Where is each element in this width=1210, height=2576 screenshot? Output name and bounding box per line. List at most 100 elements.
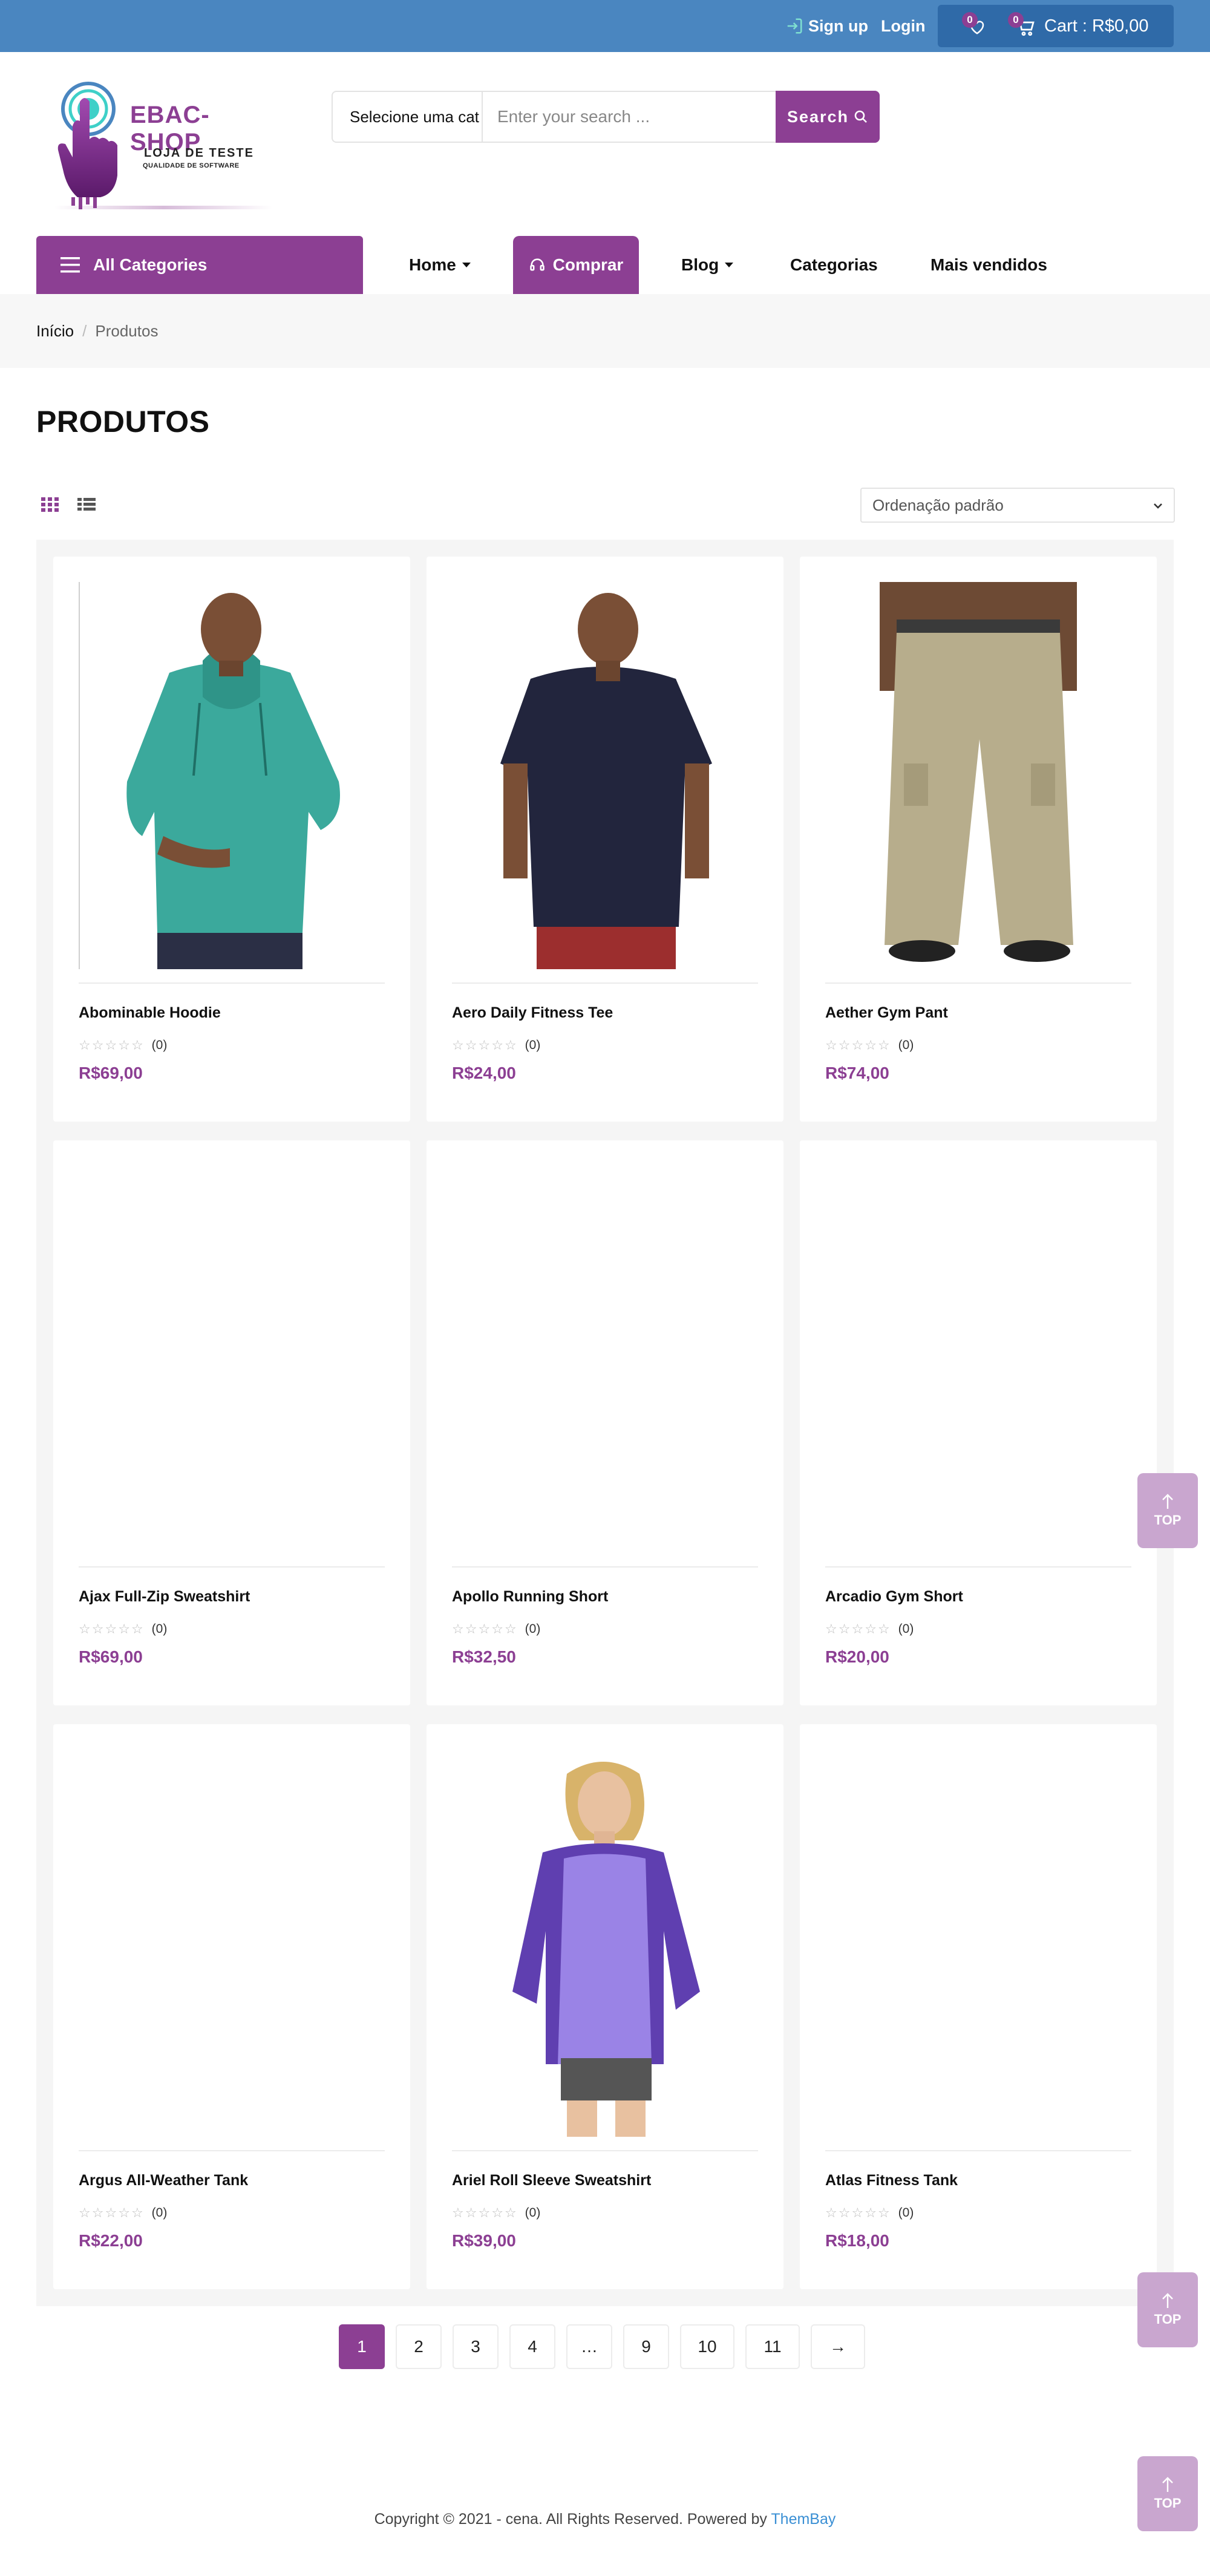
product-rating: ☆ ☆ ☆ ☆ ☆ (0) xyxy=(452,1037,540,1054)
card-divider xyxy=(825,982,1131,984)
product-card[interactable]: Ajax Full-Zip Sweatshirt ☆ ☆ ☆ ☆ ☆ (0) R$69,… xyxy=(53,1140,410,1705)
site-logo[interactable]: EBAC-SHOP LOJA DE TESTE QUALIDADE DE SOF… xyxy=(42,79,278,218)
caret-down-icon xyxy=(462,263,471,267)
product-name[interactable]: Atlas Fitness Tank xyxy=(825,2172,958,2189)
product-rating: ☆ ☆ ☆ ☆ ☆ (0) xyxy=(79,2205,167,2221)
product-name[interactable]: Abominable Hoodie xyxy=(79,1004,221,1022)
sort-select[interactable]: Ordenação padrão xyxy=(860,488,1175,523)
page-4-button[interactable]: 4 xyxy=(509,2324,555,2369)
product-card[interactable]: Abominable Hoodie ☆ ☆ ☆ ☆ ☆ (0) R$69,00 xyxy=(53,557,410,1122)
card-divider xyxy=(452,1566,758,1568)
page-1-button[interactable]: 1 xyxy=(339,2324,385,2369)
product-image[interactable] xyxy=(825,582,1131,969)
nav-home[interactable]: Home xyxy=(409,236,471,294)
star-icon: ☆ xyxy=(838,1621,851,1636)
product-name[interactable]: Argus All-Weather Tank xyxy=(79,2172,248,2189)
product-rating: ☆ ☆ ☆ ☆ ☆ (0) xyxy=(825,1037,914,1054)
signup-link[interactable]: Sign up xyxy=(785,15,868,38)
logo-hand-icon xyxy=(57,82,117,209)
review-count: (0) xyxy=(525,2206,541,2220)
page-9-button[interactable]: 9 xyxy=(623,2324,669,2369)
star-icon: ☆ xyxy=(105,1621,117,1636)
signup-icon xyxy=(787,18,802,34)
product-name[interactable]: Ariel Roll Sleeve Sweatshirt xyxy=(452,2172,651,2189)
product-name[interactable]: Arcadio Gym Short xyxy=(825,1588,963,1606)
page-title: PRODUTOS xyxy=(36,405,210,439)
scroll-top-button[interactable]: TOP xyxy=(1137,2272,1198,2347)
star-icon: ☆ xyxy=(865,1621,877,1636)
product-name[interactable]: Ajax Full-Zip Sweatshirt xyxy=(79,1588,250,1606)
star-icon: ☆ xyxy=(452,1621,464,1636)
login-link[interactable]: Login xyxy=(881,15,925,38)
product-rating: ☆ ☆ ☆ ☆ ☆ (0) xyxy=(825,2205,914,2221)
card-divider xyxy=(79,2150,385,2151)
page-11-button[interactable]: 11 xyxy=(745,2324,800,2369)
product-rating: ☆ ☆ ☆ ☆ ☆ (0) xyxy=(79,1037,167,1054)
review-count: (0) xyxy=(525,1622,541,1636)
breadcrumb-separator: / xyxy=(82,321,87,340)
product-image[interactable] xyxy=(825,1166,1131,1553)
card-divider xyxy=(825,1566,1131,1568)
star-icon: ☆ xyxy=(79,1038,91,1053)
nav-blog[interactable]: Blog xyxy=(681,236,734,294)
product-image[interactable] xyxy=(79,1750,385,2137)
card-divider xyxy=(452,982,758,984)
search-button[interactable]: Search xyxy=(776,91,880,143)
footer-themebay-link[interactable]: ThemBay xyxy=(771,2511,836,2528)
product-image[interactable] xyxy=(452,1166,758,1553)
product-image[interactable] xyxy=(452,582,758,969)
product-image[interactable] xyxy=(79,1166,385,1553)
grid-view-icon[interactable] xyxy=(41,495,59,513)
star-icon: ☆ xyxy=(504,1621,517,1636)
nav-comprar-button[interactable]: Comprar xyxy=(513,236,639,294)
product-card[interactable]: Argus All-Weather Tank ☆ ☆ ☆ ☆ ☆ (0) R$22,00 xyxy=(53,1724,410,2289)
product-card[interactable]: Arcadio Gym Short ☆ ☆ ☆ ☆ ☆ (0) R$20,00 xyxy=(800,1140,1157,1705)
nav-home-label: Home xyxy=(409,255,456,274)
category-select[interactable]: Selecione uma cat xyxy=(333,92,483,142)
scroll-top-button[interactable]: TOP xyxy=(1137,1473,1198,1548)
top-bar: Sign up Login 0 0 Cart : R$0,00 xyxy=(0,0,1210,52)
star-icon: ☆ xyxy=(105,2205,117,2220)
product-name[interactable]: Aether Gym Pant xyxy=(825,1004,948,1022)
logo-underline xyxy=(54,206,272,209)
star-icon: ☆ xyxy=(452,1038,464,1053)
product-name[interactable]: Aero Daily Fitness Tee xyxy=(452,1004,613,1022)
page-2-button[interactable]: 2 xyxy=(396,2324,442,2369)
product-image[interactable] xyxy=(79,582,385,969)
cart-box[interactable]: 0 0 Cart : R$0,00 xyxy=(938,5,1174,47)
product-card[interactable]: Aether Gym Pant ☆ ☆ ☆ ☆ ☆ (0) R$74,00 xyxy=(800,557,1157,1122)
sort-selected: Ordenação padrão xyxy=(872,495,1004,514)
card-divider xyxy=(452,2150,758,2151)
breadcrumb-home[interactable]: Início xyxy=(36,322,74,341)
page-10-button[interactable]: 10 xyxy=(680,2324,734,2369)
page-3-button[interactable]: 3 xyxy=(453,2324,499,2369)
product-price: R$32,50 xyxy=(452,1647,516,1666)
review-count: (0) xyxy=(898,2206,914,2220)
card-divider xyxy=(79,982,385,984)
list-view-icon[interactable] xyxy=(77,495,96,513)
star-icon: ☆ xyxy=(491,1621,503,1636)
product-price: R$69,00 xyxy=(79,1647,143,1666)
product-card[interactable]: Atlas Fitness Tank ☆ ☆ ☆ ☆ ☆ (0) R$18,00 xyxy=(800,1724,1157,2289)
cart-count-badge: 0 xyxy=(1008,12,1024,28)
cart-total[interactable]: Cart : R$0,00 xyxy=(1044,5,1148,47)
product-card[interactable]: Apollo Running Short ☆ ☆ ☆ ☆ ☆ (0) R$32,50 xyxy=(427,1140,783,1705)
product-name[interactable]: Apollo Running Short xyxy=(452,1588,608,1606)
star-icon: ☆ xyxy=(118,2205,130,2220)
star-icon: ☆ xyxy=(838,2205,851,2220)
nav-categorias[interactable]: Categorias xyxy=(790,236,878,294)
product-card[interactable]: Aero Daily Fitness Tee ☆ ☆ ☆ ☆ ☆ (0) R$24,00 xyxy=(427,557,783,1122)
nav-mais-vendidos[interactable]: Mais vendidos xyxy=(930,236,1047,294)
footer: Copyright © 2021 - cena. All Rights Rese… xyxy=(0,2511,1210,2528)
top-label: TOP xyxy=(1154,2312,1182,2327)
star-icon: ☆ xyxy=(825,1621,837,1636)
next-page-button[interactable]: → xyxy=(811,2324,865,2369)
search-input[interactable] xyxy=(484,92,805,142)
star-icon: ☆ xyxy=(504,1038,517,1053)
product-card[interactable]: Ariel Roll Sleeve Sweatshirt ☆ ☆ ☆ ☆ ☆ (0) R… xyxy=(427,1724,783,2289)
product-image[interactable] xyxy=(452,1750,758,2137)
star-icon: ☆ xyxy=(504,2205,517,2220)
all-categories-button[interactable]: All Categories xyxy=(36,236,363,294)
logo-tagline: LOJA DE TESTE xyxy=(144,146,254,160)
product-image[interactable] xyxy=(825,1750,1131,2137)
